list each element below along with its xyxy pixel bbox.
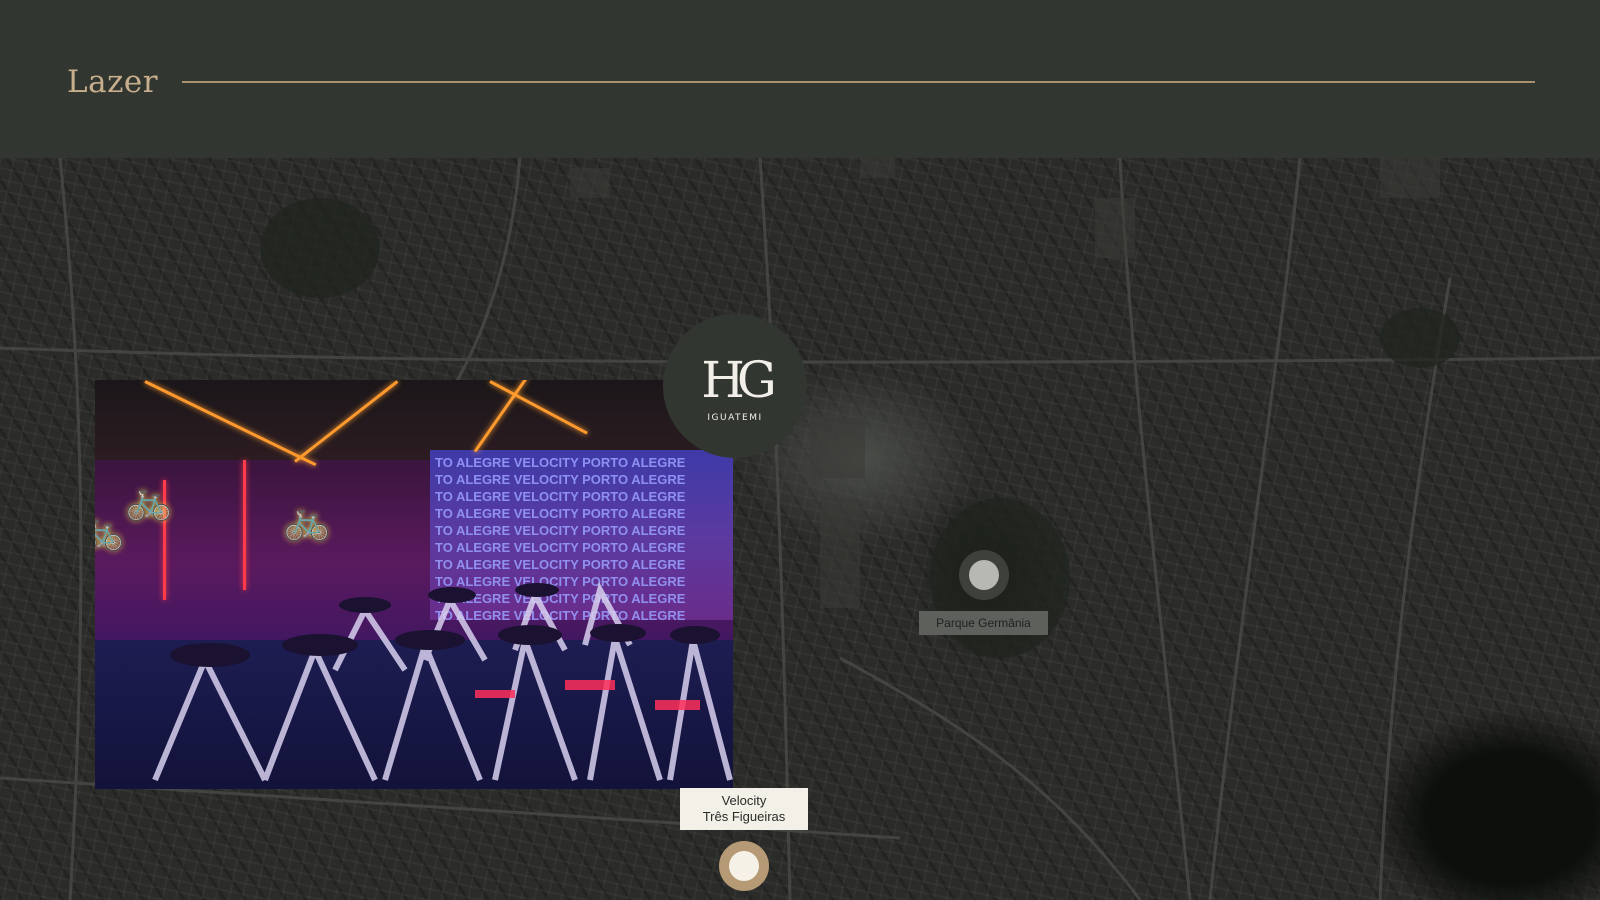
velocity-label-line2: Três Figueiras (702, 809, 786, 824)
logo-subtitle: IGUATEMI (707, 413, 763, 423)
satellite-map[interactable]: TO ALEGRE VELOCITY PORTO ALEGRE TO ALEGR… (0, 158, 1600, 900)
photo-ceiling (95, 380, 733, 460)
velocity-label-line1: Velocity (721, 793, 767, 808)
pin-dot (729, 851, 759, 881)
wall-text-line: TO ALEGRE VELOCITY PORTO ALEGRE (435, 489, 686, 504)
park-map-pin[interactable] (959, 550, 1009, 600)
velocity-map-pin[interactable] (719, 841, 769, 891)
wall-text-line: TO ALEGRE VELOCITY PORTO ALEGRE (435, 455, 686, 470)
wall-text-line: TO ALEGRE VELOCITY PORTO ALEGRE (435, 506, 686, 521)
park-label: Parque Germânia (919, 611, 1048, 635)
page-title: Lazer (67, 64, 159, 100)
velocity-gym-photo: TO ALEGRE VELOCITY PORTO ALEGRE TO ALEGR… (95, 380, 733, 789)
spin-bikes-illustration (152, 582, 733, 782)
bike-icon: 🚲 (95, 508, 125, 552)
bike-icon: 🚲 (125, 478, 173, 522)
velocity-label: Velocity Três Figueiras (680, 788, 808, 830)
logo-mark: HG (701, 351, 776, 409)
hg-iguatemi-logo: HG IGUATEMI (663, 314, 807, 458)
header: Lazer (0, 0, 1600, 158)
header-divider (182, 81, 1535, 83)
wall-text-line: TO ALEGRE VELOCITY PORTO ALEGRE (435, 472, 686, 487)
bike-icon: 🚲 (283, 498, 331, 542)
pin-dot (969, 560, 999, 590)
wall-text-line: TO ALEGRE VELOCITY PORTO ALEGRE (435, 523, 686, 538)
